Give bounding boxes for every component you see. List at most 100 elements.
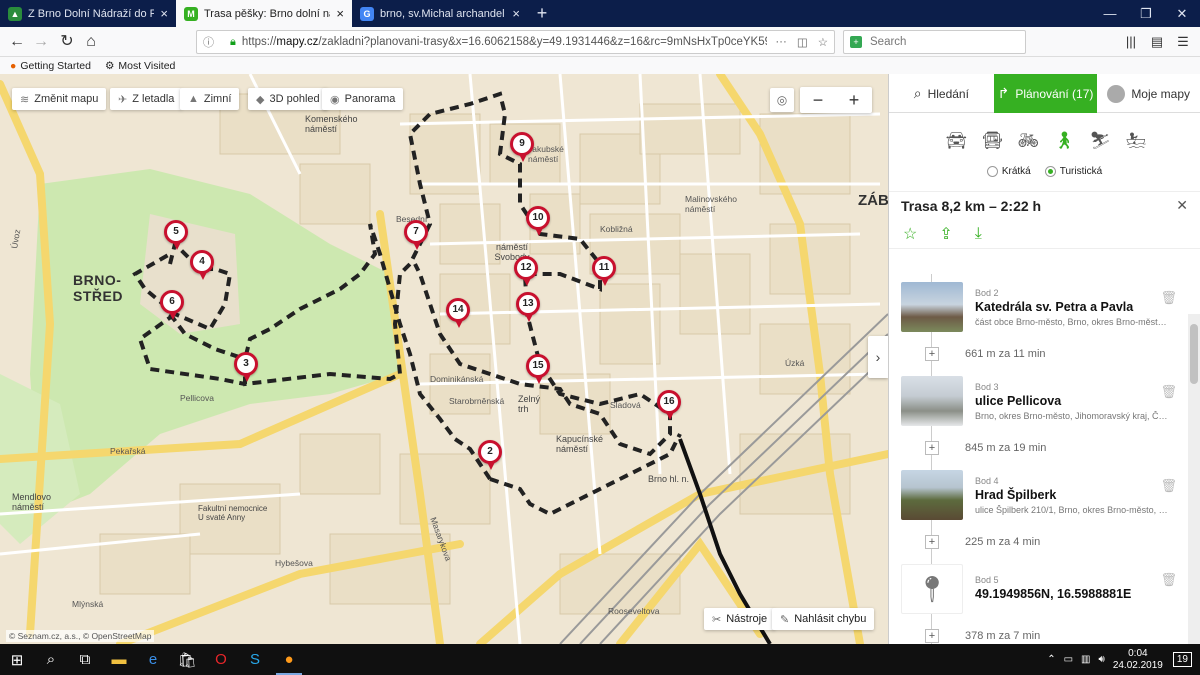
option-tourist[interactable]: Turistická <box>1044 165 1102 177</box>
sidebar-toggle-icon[interactable]: ▤ <box>1146 31 1168 53</box>
home-button[interactable]: ⌂ <box>80 31 102 53</box>
back-button[interactable]: ← <box>6 31 28 53</box>
trash-icon[interactable]: 🗑︎ <box>1160 384 1177 400</box>
add-stop-button[interactable]: + <box>925 535 939 549</box>
route-marker-11[interactable]: 11 <box>592 256 616 286</box>
route-marker-10[interactable]: 10 <box>526 206 550 236</box>
page-actions-icon[interactable]: ··· <box>775 36 787 48</box>
zoom-out-button[interactable]: − <box>800 90 836 111</box>
task-view-icon[interactable]: ⧉ <box>68 644 102 675</box>
collapse-sidebar-button[interactable]: › <box>868 336 888 378</box>
route-marker-15[interactable]: 15 <box>526 354 550 384</box>
tab-route-dolni-nadrazi[interactable]: ▲ Z Brno Dolní Nádraží do Petrov × <box>0 0 176 27</box>
radio-tourist[interactable] <box>1044 165 1056 177</box>
add-stop-button[interactable]: + <box>925 629 939 643</box>
network-icon[interactable]: ▥ <box>1081 654 1090 665</box>
trash-icon[interactable]: 🗑︎ <box>1160 478 1177 494</box>
list-item[interactable]: Bod 4 Hrad Špilberk ulice Špilberk 210/1… <box>889 462 1189 528</box>
firefox-icon[interactable]: ● <box>272 644 306 675</box>
trash-icon[interactable]: 🗑︎ <box>1160 290 1177 306</box>
chevron-up-icon[interactable]: ⌃ <box>1047 654 1055 665</box>
route-marker-16[interactable]: 16 <box>657 390 681 420</box>
clock-time: 0:04 <box>1128 647 1148 659</box>
skype-icon[interactable]: S <box>238 644 272 675</box>
list-item[interactable]: Bod 3 ulice Pellicova Brno, okres Brno-m… <box>889 368 1189 434</box>
tab-my-maps[interactable]: Moje mapy <box>1097 74 1200 113</box>
forward-button[interactable]: → <box>30 31 52 53</box>
list-item[interactable]: Bod 2 Katedrála sv. Petra a Pavla část o… <box>889 274 1189 340</box>
radio-short[interactable] <box>986 165 998 177</box>
add-stop-button[interactable]: + <box>925 347 939 361</box>
volume-icon[interactable]: 🔊︎ <box>1099 654 1105 665</box>
ski-icon[interactable]: ⛷︎ <box>1090 131 1112 151</box>
list-item[interactable]: 📍︎ Bod 5 49.1949856N, 16.5988881E 🗑︎ <box>889 556 1189 622</box>
3d-view-button[interactable]: ◆ 3D pohled <box>248 88 328 110</box>
gear-icon: ⚙ <box>104 59 115 72</box>
tab-google-search[interactable]: G brno, sv.Michal archandel - Hle × <box>352 0 528 27</box>
battery-icon[interactable]: ▭ <box>1064 654 1073 665</box>
reload-button[interactable]: ↻ <box>56 31 78 53</box>
search-icon[interactable]: ⌕ <box>34 644 68 675</box>
bookmark-getting-started[interactable]: ● Getting Started <box>10 60 91 72</box>
route-marker-6[interactable]: 6 <box>160 290 184 320</box>
bookmark-star-icon[interactable]: ☆ <box>818 35 828 49</box>
bike-icon[interactable]: 🚲︎ <box>1018 131 1040 151</box>
panorama-button[interactable]: ◉ Panorama <box>322 88 404 110</box>
route-marker-4[interactable]: 4 <box>190 250 214 280</box>
search-placeholder: Search <box>870 36 907 48</box>
file-explorer-icon[interactable]: ▬ <box>102 644 136 675</box>
new-tab-button[interactable]: + <box>532 3 552 23</box>
minimize-button[interactable]: — <box>1092 0 1128 27</box>
notification-badge[interactable]: 19 <box>1172 652 1192 667</box>
bookmark-most-visited[interactable]: ⚙ Most Visited <box>105 60 175 72</box>
download-icon[interactable]: ⤓ <box>975 225 982 243</box>
report-error-button[interactable]: ✎ Nahlásit chybu <box>772 608 875 630</box>
aerial-button[interactable]: ✈ Z letadla <box>110 88 183 110</box>
store-icon[interactable]: 🛍︎ <box>170 644 204 675</box>
route-marker-5[interactable]: 5 <box>164 220 188 250</box>
tab-planning[interactable]: ↱ Plánování (17) <box>993 74 1098 113</box>
add-stop-button[interactable]: + <box>925 441 939 455</box>
bus-icon[interactable]: 🚍︎ <box>982 131 1004 151</box>
route-marker-13[interactable]: 13 <box>516 292 540 322</box>
opera-icon[interactable]: O <box>204 644 238 675</box>
close-tab-icon[interactable]: × <box>160 6 168 21</box>
locate-me-button[interactable]: ◎ <box>770 88 794 112</box>
menu-icon[interactable]: ☰ <box>1172 31 1194 53</box>
route-marker-7[interactable]: 7 <box>404 220 428 250</box>
route-marker-12[interactable]: 12 <box>514 256 538 286</box>
tools-button[interactable]: ✂ Nástroje <box>704 608 776 630</box>
search-input[interactable]: + Search <box>843 30 1026 54</box>
trash-icon[interactable]: 🗑︎ <box>1160 572 1177 588</box>
boat-icon[interactable]: 🚣︎ <box>1126 131 1148 151</box>
library-icon[interactable]: ||| <box>1120 31 1142 53</box>
tab-search[interactable]: ⌕ Hledání <box>889 74 994 113</box>
url-bar[interactable]: ⓘ 🔒︎ https://mapy.cz/zakladni?planovani-… <box>196 30 835 54</box>
close-icon[interactable]: ✕ <box>1176 197 1188 214</box>
close-tab-icon[interactable]: × <box>336 6 344 21</box>
map-canvas[interactable]: BRNO- STŘED Komenského náměstí náměstí S… <box>0 74 888 644</box>
car-icon[interactable]: 🚘︎ <box>946 131 968 151</box>
zoom-in-button[interactable]: + <box>836 90 872 111</box>
route-marker-2[interactable]: 2 <box>478 440 502 470</box>
tab-walking-route[interactable]: M Trasa pěšky: Brno dolní nádraží × <box>176 0 352 27</box>
info-icon[interactable]: ⓘ <box>203 34 214 50</box>
windows-start-icon[interactable]: ⊞ <box>0 644 34 675</box>
pocket-icon[interactable]: ◫ <box>797 35 808 49</box>
edge-icon[interactable]: e <box>136 644 170 675</box>
route-marker-9[interactable]: 9 <box>510 132 534 162</box>
maximize-button[interactable]: ❐ <box>1128 0 1164 27</box>
winter-button[interactable]: ▲ Zimní <box>180 88 240 110</box>
clock[interactable]: 0:04 24.02.2019 <box>1113 648 1163 672</box>
share-icon[interactable]: ⇪ <box>939 224 952 244</box>
star-icon[interactable]: ☆ <box>903 224 917 244</box>
route-marker-3[interactable]: 3 <box>234 352 258 382</box>
close-window-button[interactable]: ✕ <box>1164 0 1200 27</box>
close-tab-icon[interactable]: × <box>512 6 520 21</box>
option-short[interactable]: Krátká <box>986 165 1031 177</box>
route-marker-14[interactable]: 14 <box>446 298 470 328</box>
walk-icon[interactable]: 🚶︎ <box>1054 131 1076 151</box>
map-copyright[interactable]: © Seznam.cz, a.s., © OpenStreetMap <box>6 630 155 642</box>
scrollbar-thumb[interactable] <box>1190 324 1198 384</box>
change-map-button[interactable]: ≋ Změnit mapu <box>12 88 107 110</box>
